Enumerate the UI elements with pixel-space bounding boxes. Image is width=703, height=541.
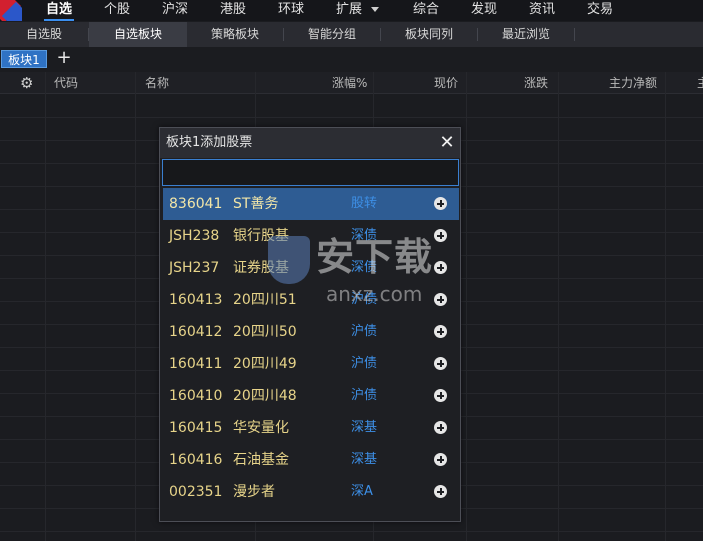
grid-line bbox=[0, 117, 703, 118]
stock-search-input[interactable] bbox=[162, 159, 459, 186]
grid-line bbox=[558, 72, 559, 541]
stock-code: 002351 bbox=[169, 484, 223, 500]
stock-code: JSH237 bbox=[169, 260, 220, 276]
sub-tab-bar: 自选股 自选板块 策略板块 智能分组 板块同列 最近浏览 bbox=[0, 22, 703, 47]
tab-block-same-column[interactable]: 板块同列 bbox=[381, 22, 477, 47]
stock-market-type: 深基 bbox=[351, 452, 378, 467]
nav-item-extend[interactable]: 扩展 bbox=[336, 0, 362, 21]
grid-line bbox=[135, 72, 136, 541]
stock-code: 160412 bbox=[169, 324, 223, 340]
stock-code: JSH238 bbox=[169, 228, 220, 244]
stock-market-type: 深A bbox=[351, 484, 373, 499]
stock-market-type: 沪债 bbox=[351, 356, 378, 371]
tab-divider bbox=[574, 28, 575, 41]
stock-name: 石油基金 bbox=[233, 452, 289, 468]
plus-circle-icon[interactable] bbox=[434, 453, 447, 466]
plus-circle-icon[interactable] bbox=[434, 325, 447, 338]
stock-market-type: 沪债 bbox=[351, 324, 378, 339]
tab-smart-groups[interactable]: 智能分组 bbox=[284, 22, 380, 47]
stock-market-type: 沪债 bbox=[351, 388, 378, 403]
nav-item-general[interactable]: 综合 bbox=[413, 0, 439, 21]
add-stock-dialog: 板块1添加股票 ✕ 836041 ST善务 股转 JSH238 银行股基 深债 … bbox=[159, 127, 461, 522]
plus-circle-icon[interactable] bbox=[434, 197, 447, 210]
list-item[interactable]: 160415 华安量化 深基 bbox=[163, 412, 459, 444]
close-icon[interactable]: ✕ bbox=[436, 131, 458, 155]
column-header-code[interactable]: 代码 bbox=[54, 72, 78, 94]
stock-code: 160413 bbox=[169, 292, 223, 308]
nav-item-discover[interactable]: 发现 bbox=[471, 0, 497, 21]
stock-name: 20四川50 bbox=[233, 324, 297, 340]
stock-code: 160410 bbox=[169, 388, 223, 404]
plus-circle-icon[interactable] bbox=[434, 357, 447, 370]
table-header: ⚙ 代码 名称 涨幅% 现价 涨跌 主力净额 主 bbox=[0, 72, 703, 94]
tab-custom-blocks[interactable]: 自选板块 bbox=[89, 22, 187, 47]
app-logo bbox=[0, 0, 22, 21]
watermark: 安下载 anxz.com bbox=[268, 232, 468, 312]
stock-name: 20四川48 bbox=[233, 388, 297, 404]
list-item[interactable]: 160412 20四川50 沪债 bbox=[163, 316, 459, 348]
column-header-partial[interactable]: 主 bbox=[697, 72, 703, 94]
watermark-subtext: anxz.com bbox=[326, 282, 423, 306]
stock-code: 836041 bbox=[169, 196, 223, 212]
grid-line bbox=[0, 531, 703, 532]
column-header-change-percent[interactable]: 涨幅% bbox=[332, 72, 367, 94]
list-item[interactable]: 002351 漫步者 深A bbox=[163, 476, 459, 508]
column-header-change[interactable]: 涨跌 bbox=[524, 72, 548, 94]
dialog-title: 板块1添加股票 bbox=[166, 135, 253, 150]
stock-name: 漫步者 bbox=[233, 484, 275, 500]
nav-item-stock[interactable]: 个股 bbox=[104, 0, 130, 21]
nav-item-news[interactable]: 资讯 bbox=[529, 0, 555, 21]
grid-line bbox=[45, 72, 46, 541]
shield-icon bbox=[268, 236, 310, 284]
tab-watchlist-stocks[interactable]: 自选股 bbox=[0, 22, 88, 47]
watermark-text: 安下载 bbox=[316, 235, 434, 279]
column-header-price[interactable]: 现价 bbox=[434, 72, 458, 94]
nav-item-global[interactable]: 环球 bbox=[278, 0, 304, 21]
list-item[interactable]: 160416 石油基金 深基 bbox=[163, 444, 459, 476]
grid-line bbox=[665, 72, 666, 541]
list-item[interactable]: 160411 20四川49 沪债 bbox=[163, 348, 459, 380]
stock-code: 160416 bbox=[169, 452, 223, 468]
dialog-title-bar[interactable]: 板块1添加股票 ✕ bbox=[160, 128, 460, 158]
add-block-icon[interactable]: + bbox=[56, 48, 72, 70]
plus-circle-icon[interactable] bbox=[434, 421, 447, 434]
nav-item-shanghai-shenzhen[interactable]: 沪深 bbox=[162, 0, 188, 21]
stock-name: 华安量化 bbox=[233, 420, 289, 436]
stock-name: 20四川49 bbox=[233, 356, 297, 372]
nav-item-hongkong[interactable]: 港股 bbox=[220, 0, 246, 21]
stock-market-type: 股转 bbox=[351, 196, 378, 211]
stock-code: 160415 bbox=[169, 420, 223, 436]
list-item[interactable]: 836041 ST善务 股转 bbox=[163, 188, 459, 220]
tab-recent-browse[interactable]: 最近浏览 bbox=[478, 22, 574, 47]
block-tab-1[interactable]: 板块1 bbox=[1, 50, 47, 68]
stock-market-type: 深基 bbox=[351, 420, 378, 435]
nav-item-trade[interactable]: 交易 bbox=[587, 0, 613, 21]
plus-circle-icon[interactable] bbox=[434, 485, 447, 498]
list-item[interactable]: 160410 20四川48 沪债 bbox=[163, 380, 459, 412]
chevron-down-icon[interactable] bbox=[371, 7, 379, 12]
tab-strategy-blocks[interactable]: 策略板块 bbox=[187, 22, 283, 47]
block-tab-row: 板块1 + bbox=[0, 48, 703, 70]
stock-name: ST善务 bbox=[233, 196, 279, 212]
gear-icon[interactable]: ⚙ bbox=[20, 75, 36, 91]
plus-circle-icon[interactable] bbox=[434, 389, 447, 402]
column-header-main-net[interactable]: 主力净额 bbox=[609, 72, 657, 94]
top-navigation: 自选 个股 沪深 港股 环球 扩展 综合 发现 资讯 交易 bbox=[0, 0, 703, 21]
column-header-name[interactable]: 名称 bbox=[145, 72, 169, 94]
stock-code: 160411 bbox=[169, 356, 223, 372]
nav-item-watchlist[interactable]: 自选 bbox=[43, 0, 75, 21]
